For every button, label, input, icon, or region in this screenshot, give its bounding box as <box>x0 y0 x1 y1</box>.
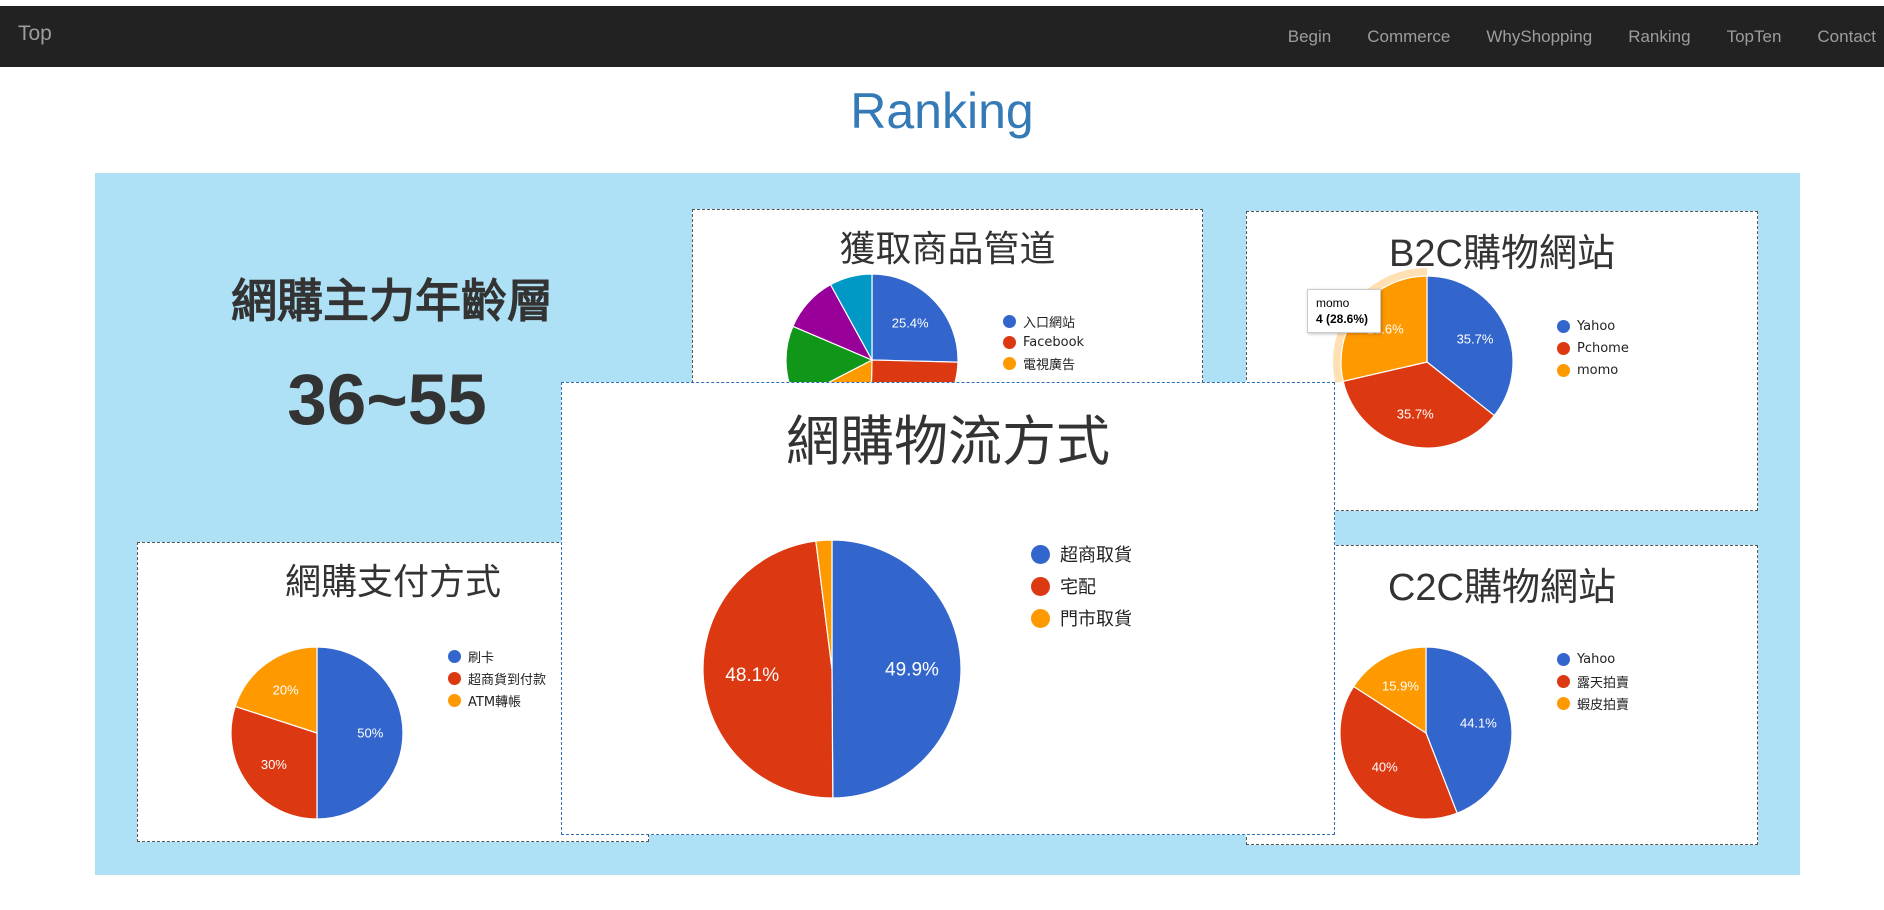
chart-legend: 超商取貨宅配門市取貨 <box>1031 538 1132 634</box>
nav-link-topten[interactable]: TopTen <box>1727 27 1782 47</box>
legend-label: Yahoo <box>1577 318 1616 334</box>
tooltip-label: momo <box>1316 296 1350 310</box>
navbar: Top Begin Commerce WhyShopping Ranking T… <box>0 6 1884 67</box>
legend-swatch <box>1031 576 1050 596</box>
legend-label: Pchome <box>1577 340 1629 356</box>
slice-label: 35.7% <box>1397 407 1434 422</box>
navbar-brand[interactable]: Top <box>18 22 52 46</box>
legend-item[interactable]: 超商取貨 <box>1031 538 1132 570</box>
legend-item[interactable]: 入口網站 <box>1003 311 1084 332</box>
chart-legend: 入口網站 Facebook 電視廣告 <box>1003 311 1084 374</box>
legend-item[interactable]: 宅配 <box>1031 570 1132 602</box>
legend-swatch <box>1557 363 1570 377</box>
age-block-title: 網購主力年齡層 <box>231 274 553 328</box>
nav-link-ranking[interactable]: Ranking <box>1628 27 1690 47</box>
legend-item[interactable]: Yahoo <box>1557 648 1629 670</box>
legend-swatch <box>448 693 461 707</box>
legend-swatch <box>1003 357 1016 370</box>
slice-label: 35.7% <box>1457 331 1494 346</box>
pie-chart: 49.9% 48.1% <box>702 539 962 799</box>
slice-label: 50% <box>357 726 383 741</box>
legend-swatch <box>1557 319 1570 333</box>
legend-label: 超商取貨 <box>1060 545 1132 566</box>
legend-item[interactable]: 電視廣告 <box>1003 353 1084 374</box>
slice-label: 15.9% <box>1382 679 1419 694</box>
legend-label: 超商貨到付款 <box>468 672 547 688</box>
legend-swatch <box>1557 341 1570 355</box>
legend-item[interactable]: Pchome <box>1557 337 1629 359</box>
legend-swatch <box>1557 696 1570 710</box>
legend-label: 刷卡 <box>468 650 495 666</box>
legend-label: 入口網站 <box>1023 316 1076 331</box>
legend-swatch <box>448 649 461 663</box>
slice-label: 48.1% <box>725 665 779 686</box>
legend-swatch <box>1003 336 1016 349</box>
legend-item[interactable]: 門市取貨 <box>1031 602 1132 634</box>
nav-link-contact[interactable]: Contact <box>1817 27 1876 47</box>
chart-tooltip: momo 4 (28.6%) <box>1307 289 1381 333</box>
slice-label: 44.1% <box>1460 716 1497 731</box>
nav-link-begin[interactable]: Begin <box>1288 27 1331 47</box>
legend-item[interactable]: 蝦皮拍賣 <box>1557 692 1629 714</box>
legend-item[interactable]: momo <box>1557 359 1629 381</box>
legend-item[interactable]: 刷卡 <box>448 645 546 667</box>
nav-link-commerce[interactable]: Commerce <box>1367 27 1450 47</box>
legend-label: 露天拍賣 <box>1577 675 1630 691</box>
slice-label: 30% <box>261 757 287 772</box>
legend-item[interactable]: 超商貨到付款 <box>448 667 546 689</box>
tooltip-value: 4 (28.6%) <box>1316 312 1369 326</box>
chart-legend: Yahoo 露天拍賣蝦皮拍賣 <box>1557 648 1629 714</box>
legend-swatch <box>1003 315 1016 328</box>
legend-item[interactable]: Facebook <box>1003 332 1084 353</box>
legend-label: Yahoo <box>1577 651 1616 667</box>
legend-swatch <box>1031 608 1050 628</box>
chart-legend: Yahoo Pchome momo <box>1557 315 1629 381</box>
legend-swatch <box>1031 544 1050 564</box>
legend-swatch <box>1557 652 1570 666</box>
legend-label: momo <box>1577 362 1619 378</box>
legend-label: 門市取貨 <box>1060 609 1132 630</box>
slice-label: 49.9% <box>885 659 939 680</box>
slice-label: 40% <box>1372 759 1398 774</box>
nav-links: Begin Commerce WhyShopping Ranking TopTe… <box>1252 6 1876 67</box>
legend-label: 蝦皮拍賣 <box>1577 697 1630 713</box>
chart-legend: 刷卡超商貨到付款 ATM轉帳 <box>448 645 546 711</box>
legend-label: ATM轉帳 <box>468 694 522 710</box>
legend-label: Facebook <box>1023 335 1085 350</box>
slice-label: 25.4% <box>892 315 929 330</box>
page-title: Ranking <box>850 83 1034 139</box>
legend-swatch <box>448 671 461 685</box>
legend-item[interactable]: Yahoo <box>1557 315 1629 337</box>
slice-label: 20% <box>273 682 299 697</box>
legend-label: 宅配 <box>1060 577 1096 598</box>
legend-label: 電視廣告 <box>1023 358 1076 373</box>
legend-swatch <box>1557 674 1570 688</box>
nav-link-whyshopping[interactable]: WhyShopping <box>1486 27 1592 47</box>
legend-item[interactable]: 露天拍賣 <box>1557 670 1629 692</box>
legend-item[interactable]: ATM轉帳 <box>448 689 546 711</box>
logistics-chart-card[interactable]: 網購物流方式 49.9% 48.1% 超商取貨 宅配 門市取貨 <box>561 382 1335 835</box>
